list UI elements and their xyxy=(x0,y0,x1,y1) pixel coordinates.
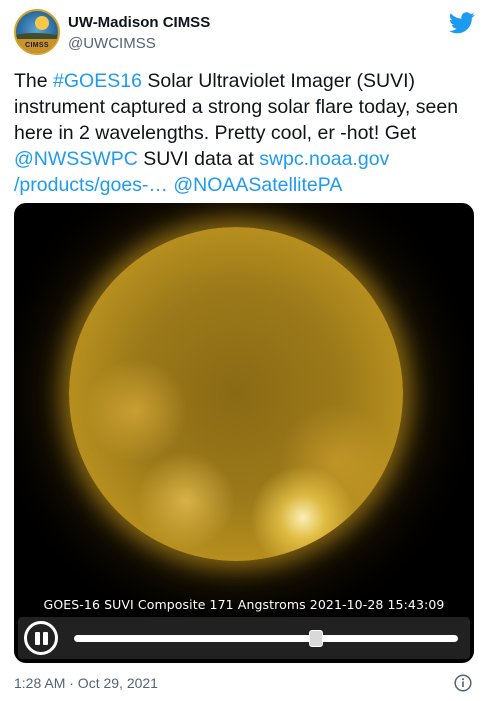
tweet-link[interactable]: @NOAASatellitePA xyxy=(173,174,342,196)
author-display-name[interactable]: UW-Madison CIMSS xyxy=(68,14,210,31)
avatar-logo-text: CIMSS xyxy=(16,39,58,53)
avatar[interactable]: CIMSS xyxy=(14,9,60,55)
tweet-text-run: SUVI data at xyxy=(137,148,260,170)
sun-image xyxy=(69,227,403,561)
twitter-bird-icon[interactable] xyxy=(449,12,475,34)
pause-button[interactable] xyxy=(24,621,58,655)
progress-slider[interactable] xyxy=(74,630,458,647)
tweet-link[interactable]: @NWSSWPC xyxy=(14,148,138,170)
tweet-card: CIMSS UW-Madison CIMSS @UWCIMSS The #GOE… xyxy=(0,0,487,701)
media-video[interactable]: GOES-16 SUVI Composite 171 Angstroms 202… xyxy=(14,203,474,663)
progress-thumb[interactable] xyxy=(308,630,323,647)
tweet-link[interactable]: #GOES16 xyxy=(53,70,142,92)
sun-logo-mark xyxy=(35,16,49,30)
author-handle[interactable]: @UWCIMSS xyxy=(68,35,156,52)
pause-icon xyxy=(35,632,40,645)
media-caption: GOES-16 SUVI Composite 171 Angstroms 202… xyxy=(43,597,445,612)
pause-icon xyxy=(43,632,48,645)
tweet-timestamp[interactable]: 1:28 AM · Oct 29, 2021 xyxy=(14,675,158,691)
tweet-text: The #GOES16 Solar Ultraviolet Imager (SU… xyxy=(14,68,476,198)
info-icon[interactable] xyxy=(454,674,472,692)
video-controls xyxy=(18,617,470,659)
tweet-text-run: The xyxy=(14,70,54,92)
